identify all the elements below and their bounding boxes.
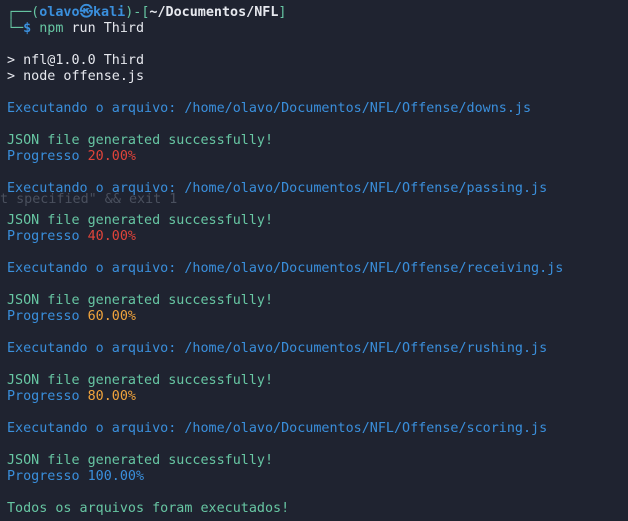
executing-line-3: Executando o arquivo: /home/olavo/Docume… [7,261,564,276]
prompt-corner-top: ┌──( [7,5,40,20]
progress-line-1: Progresso 20.00% [7,149,136,164]
executing-line-4: Executando o arquivo: /home/olavo/Docume… [7,341,548,356]
prompt-corner-bottom: └─ [7,21,24,36]
progress-line-3: Progresso 60.00% [7,309,136,324]
progress-value-3: 60.00% [87,309,136,324]
final-message: Todos os arquivos foram executados! [7,501,290,516]
prompt-bracket-mid: )-[ [125,5,150,20]
npm-command-line: > node offense.js [7,69,145,84]
progress-value-1: 20.00% [87,149,136,164]
terminal-window[interactable]: t specified" && exit 1 ┌──(olavo㉿kali)-[… [0,0,628,521]
success-line-4: JSON file generated successfully! [7,373,274,388]
success-line-1: JSON file generated successfully! [7,133,274,148]
prompt-line: ┌──(olavo㉿kali)-[~/Documentos/NFL] [7,5,286,21]
success-line-3: JSON file generated successfully! [7,293,274,308]
prompt-bracket-end: ] [278,5,287,20]
command-bin: npm [39,21,64,36]
progress-line-2: Progresso 40.00% [7,229,136,244]
success-line-2: JSON file generated successfully! [7,213,274,228]
executing-line-5: Executando o arquivo: /home/olavo/Docume… [7,421,548,436]
command-line: └─$ npm run Third [7,21,144,37]
progress-value-5: 100.00% [87,469,145,484]
success-line-5: JSON file generated successfully! [7,453,274,468]
executing-line-1: Executando o arquivo: /home/olavo/Docume… [7,101,532,116]
executing-line-2: Executando o arquivo: /home/olavo/Docume… [7,181,548,196]
progress-value-2: 40.00% [87,229,136,244]
prompt-host: kali [92,5,126,20]
prompt-dollar: $ [23,21,32,36]
progress-line-5: Progresso 100.00% [7,469,145,484]
prompt-path: ~/Documentos/NFL [149,5,279,20]
progress-line-4: Progresso 80.00% [7,389,136,404]
npm-script-line: > nfl@1.0.0 Third [7,53,145,68]
prompt-at-icon: ㉿ [79,5,93,20]
progress-value-4: 80.00% [87,389,136,404]
command-args: run Third [63,21,145,36]
prompt-user: olavo [39,5,80,20]
